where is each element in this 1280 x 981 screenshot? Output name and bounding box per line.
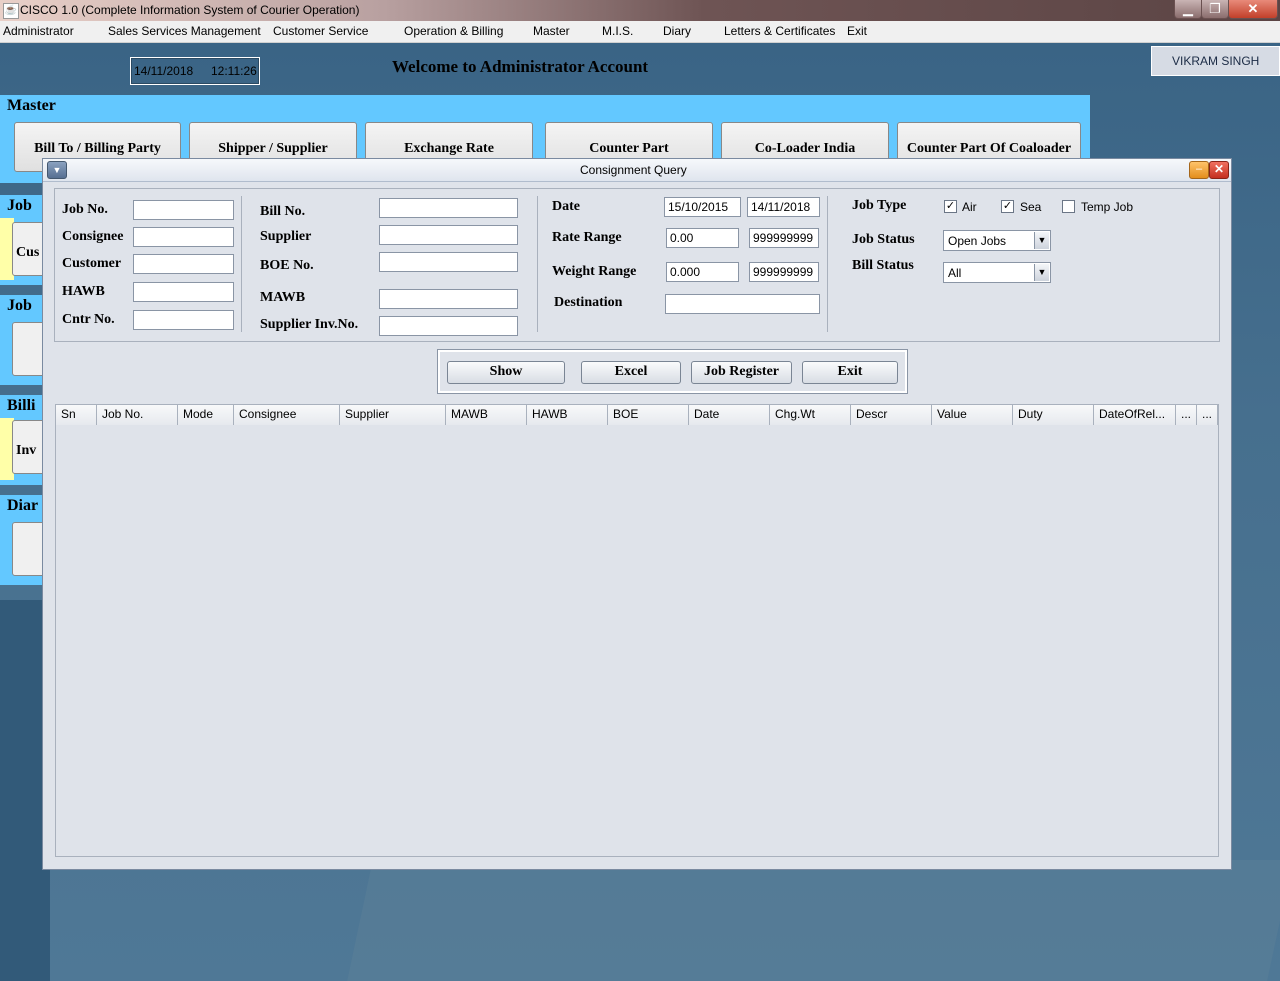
column-header-value[interactable]: Value [932,405,1013,425]
column-header-hawb[interactable]: HAWB [527,405,608,425]
column-header-mode[interactable]: Mode [178,405,234,425]
desktop-shape [347,860,1280,981]
consignee-label: Consignee [62,229,124,244]
current-time: 12:11:26 [211,64,257,78]
column-header-job-no[interactable]: Job No. [97,405,178,425]
column-header-duty[interactable]: Duty [1013,405,1094,425]
job-type-label: Job Type [852,198,907,213]
column-header-date-of-rel[interactable]: DateOfRel... [1094,405,1176,425]
job-section-title: Job [7,197,32,214]
job-no-input[interactable] [133,200,234,220]
cntr-no-input[interactable] [133,310,234,330]
menu-mis[interactable]: M.I.S. [602,24,633,38]
minimize-icon[interactable]: ▁ [1174,0,1202,19]
weight-range-label: Weight Range [552,264,637,279]
menu-administrator[interactable]: Administrator [3,24,74,38]
menu-sales-services[interactable]: Sales Services Management [108,24,261,38]
job-status-value: Open Jobs [948,234,1007,248]
dialog-close-icon[interactable]: ✕ [1209,161,1229,179]
menu-exit[interactable]: Exit [847,24,867,38]
temp-job-label: Temp Job [1081,200,1134,214]
boe-no-input[interactable] [379,252,518,272]
column-header-more[interactable]: ... [1176,405,1197,425]
supplier-inv-no-label: Supplier Inv.No. [260,317,359,332]
dialog-menu-icon[interactable]: ▼ [47,161,67,179]
sea-label: Sea [1020,200,1042,214]
column-header-descr[interactable]: Descr [851,405,932,425]
close-icon[interactable]: ✕ [1228,0,1278,19]
rate-range-label: Rate Range [552,230,622,245]
bill-status-label: Bill Status [852,258,914,273]
date-to-input[interactable]: 14/11/2018 [747,197,820,217]
bill-status-select[interactable]: All ▼ [943,262,1051,283]
air-label: Air [962,200,977,214]
job-register-button[interactable]: Job Register [691,361,792,384]
dialog-title: Consignment Query [580,163,687,177]
java-cup-icon: ☕ [3,3,19,19]
rate-from-input[interactable]: 0.00 [666,228,739,248]
bill-no-input[interactable] [379,198,518,218]
column-header-consignee[interactable]: Consignee [234,405,340,425]
menu-diary[interactable]: Diary [663,24,691,38]
date-label: Date [552,199,580,214]
rate-to-input[interactable]: 999999999 [749,228,819,248]
column-header-sn[interactable]: Sn [56,405,97,425]
consignee-input[interactable] [133,227,234,247]
weight-to-input[interactable]: 999999999 [749,262,819,282]
menu-letters-certificates[interactable]: Letters & Certificates [724,24,835,38]
mawb-input[interactable] [379,289,518,309]
column-header-supplier[interactable]: Supplier [340,405,446,425]
customer-label: Customer [62,256,122,271]
boe-no-label: BOE No. [260,258,314,273]
menu-operation-billing[interactable]: Operation & Billing [404,24,503,38]
column-header-date[interactable]: Date [689,405,770,425]
date-from-input[interactable]: 15/10/2015 [664,197,741,217]
mawb-label: MAWB [260,290,306,305]
divider [827,196,828,332]
chevron-down-icon[interactable]: ▼ [1034,232,1049,249]
cntr-no-label: Cntr No. [62,312,115,327]
bill-no-label: Bill No. [260,204,306,219]
customer-input[interactable] [133,254,234,274]
weight-from-input[interactable]: 0.000 [666,262,739,282]
results-table[interactable] [55,404,1219,857]
excel-button[interactable]: Excel [581,361,681,384]
supplier-input[interactable] [379,225,518,245]
menu-customer-service[interactable]: Customer Service [273,24,368,38]
job-status-label: Job Status [852,232,915,247]
job-status-select[interactable]: Open Jobs ▼ [943,230,1051,251]
column-header-mawb[interactable]: MAWB [446,405,527,425]
hawb-label: HAWB [62,284,105,299]
column-header-boe[interactable]: BOE [608,405,689,425]
divider [241,196,242,332]
supplier-inv-no-input[interactable] [379,316,518,336]
divider [537,196,538,332]
destination-label: Destination [554,295,623,310]
destination-input[interactable] [665,294,820,314]
show-button[interactable]: Show [447,361,565,384]
column-header-chg-wt[interactable]: Chg.Wt [770,405,851,425]
job-section-title-2: Job [7,297,32,314]
sea-checkbox[interactable]: ✓ [1001,200,1014,213]
app-title: CISCO 1.0 (Complete Information System o… [20,3,360,17]
current-date: 14/11/2018 [134,64,194,78]
diary-section-title: Diar [7,497,39,514]
hawb-input[interactable] [133,282,234,302]
job-no-label: Job No. [62,202,108,217]
supplier-label: Supplier [260,229,312,244]
welcome-heading: Welcome to Administrator Account [392,57,649,76]
billing-section-title: Billi [7,397,36,414]
bill-status-value: All [948,266,962,280]
master-title: Master [7,97,56,114]
temp-job-checkbox[interactable] [1062,200,1075,213]
column-header-more-2[interactable]: ... [1197,405,1218,425]
menu-master[interactable]: Master [533,24,570,38]
dialog-minimize-icon[interactable]: – [1189,161,1209,179]
air-checkbox[interactable]: ✓ [944,200,957,213]
user-name: VIKRAM SINGH [1172,54,1260,68]
exit-button[interactable]: Exit [802,361,898,384]
chevron-down-icon[interactable]: ▼ [1034,264,1049,281]
menu-bar: Administrator Sales Services Management … [0,21,1280,43]
maximize-icon[interactable]: ❐ [1201,0,1229,19]
